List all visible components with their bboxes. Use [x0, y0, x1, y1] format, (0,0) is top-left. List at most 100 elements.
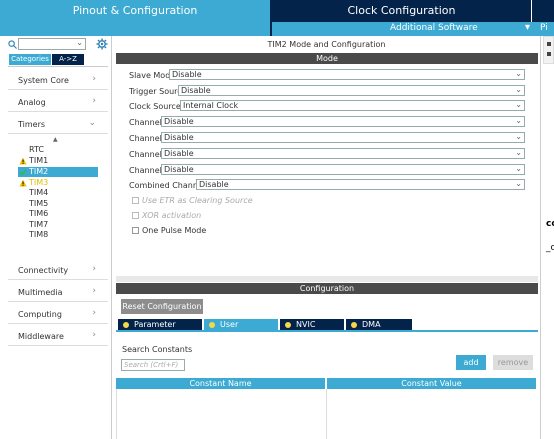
one-pulse-mode-checkbox[interactable]: [132, 227, 139, 234]
channel2-select[interactable]: Disable ⌄: [161, 132, 525, 143]
constants-table-body: [116, 389, 538, 439]
category-label: Analog: [18, 98, 46, 107]
right-panel-edge: [540, 36, 554, 439]
search-input[interactable]: ⌄: [18, 38, 86, 50]
combined-channels-select[interactable]: Disable ⌄: [196, 179, 525, 190]
column-divider: [326, 389, 327, 439]
timer-tim2[interactable]: TIM2: [18, 167, 98, 177]
timer-tim3[interactable]: TIM3: [18, 178, 98, 188]
category-label: Connectivity: [18, 266, 69, 275]
warning-icon: [19, 179, 27, 187]
chevron-down-icon[interactable]: ⌄: [76, 38, 83, 47]
page-title: TIM2 Mode and Configuration: [267, 40, 386, 49]
chevron-down-icon[interactable]: ▾: [525, 22, 530, 33]
sort-icon[interactable]: ▲: [53, 136, 58, 143]
configuration-header: Configuration: [116, 283, 538, 294]
tab-pinout-configuration[interactable]: Pinout & Configuration: [0, 0, 270, 22]
tab-extra[interactable]: [534, 0, 554, 22]
clock-source-label: Clock Source: [129, 102, 181, 111]
xor-activation-checkbox[interactable]: [132, 212, 139, 219]
channel4-value: Disable: [164, 165, 194, 174]
timer-label: TIM8: [29, 230, 49, 239]
category-analog[interactable]: Analog ›: [8, 92, 108, 112]
status-dot-icon: [123, 322, 129, 328]
panel-splitter[interactable]: [116, 276, 538, 282]
chevron-right-icon: ›: [92, 96, 96, 106]
search-constants-input[interactable]: Search (Crtl+F): [121, 359, 185, 371]
category-label: Timers: [18, 120, 46, 129]
channel3-select[interactable]: Disable ⌄: [161, 148, 525, 159]
timer-tim7[interactable]: TIM7: [18, 220, 98, 230]
categories-button[interactable]: Categories: [9, 54, 51, 65]
tab-clock-configuration[interactable]: Clock Configuration: [272, 0, 532, 22]
chevron-down-icon: ⌄: [515, 132, 522, 141]
chevron-down-icon: ⌄: [515, 85, 522, 94]
timer-tim5[interactable]: TIM5: [18, 199, 98, 209]
timer-label: RTC: [29, 145, 44, 154]
clock-source-select[interactable]: Internal Clock ⌄: [180, 100, 525, 111]
channel2-value: Disable: [164, 133, 194, 142]
remove-button[interactable]: remove: [493, 355, 533, 370]
chevron-down-icon: ⌄: [515, 69, 522, 78]
chevron-right-icon: ›: [92, 330, 96, 340]
clock-source-value: Internal Clock: [183, 101, 239, 110]
category-connectivity[interactable]: Connectivity ›: [8, 260, 108, 280]
use-etr-checkbox[interactable]: [132, 197, 139, 204]
column-header-constant-name[interactable]: Constant Name: [116, 378, 325, 389]
timer-tim1[interactable]: TIM1: [18, 156, 98, 166]
divider: [8, 66, 108, 67]
channel1-value: Disable: [164, 117, 194, 126]
toolbar-icon[interactable]: [547, 52, 551, 56]
a-to-z-button[interactable]: A->Z: [52, 54, 84, 65]
extra-menu-partial[interactable]: Pi: [540, 23, 548, 33]
edge-text-a: co: [546, 219, 554, 229]
timer-tim8[interactable]: TIM8: [18, 230, 98, 240]
category-multimedia[interactable]: Multimedia ›: [8, 282, 108, 302]
chevron-down-icon: ⌄: [515, 179, 522, 188]
timer-rtc[interactable]: RTC: [18, 145, 98, 155]
channel4-select[interactable]: Disable ⌄: [161, 164, 525, 175]
trigger-source-select[interactable]: Disable ⌄: [178, 85, 525, 96]
additional-software-menu[interactable]: Additional Software: [390, 23, 478, 33]
timer-label: TIM6: [29, 209, 49, 218]
slave-mode-select[interactable]: Disable ⌄: [169, 69, 525, 80]
chevron-right-icon: ›: [92, 308, 96, 318]
category-system-core[interactable]: System Core ›: [8, 70, 108, 90]
trigger-source-value: Disable: [181, 86, 211, 95]
toolbar-icon[interactable]: [547, 42, 551, 46]
status-dot-icon: [351, 322, 357, 328]
slave-mode-value: Disable: [172, 70, 202, 79]
tab-strip: [116, 330, 538, 332]
status-dot-icon: [209, 322, 215, 328]
mini-toolbar[interactable]: [543, 36, 554, 64]
timer-label: TIM4: [29, 188, 49, 197]
check-icon: [19, 169, 27, 176]
subbar-left: [0, 22, 270, 36]
chevron-down-icon: ⌄: [515, 164, 522, 173]
combined-channels-value: Disable: [199, 180, 229, 189]
one-pulse-mode-label: One Pulse Mode: [142, 226, 207, 235]
chevron-right-icon: ›: [92, 286, 96, 296]
timer-tim6[interactable]: TIM6: [18, 209, 98, 219]
reset-configuration-button[interactable]: Reset Configuration: [121, 299, 203, 314]
category-computing[interactable]: Computing ›: [8, 304, 108, 324]
search-constants-label: Search Constants: [122, 345, 193, 354]
warning-icon: [19, 157, 27, 165]
add-button[interactable]: add: [456, 355, 486, 370]
timer-label: TIM2: [29, 167, 49, 176]
column-header-constant-value[interactable]: Constant Value: [327, 378, 536, 389]
channel1-select[interactable]: Disable ⌄: [161, 116, 525, 127]
chevron-down-icon: ⌄: [515, 148, 522, 157]
timer-label: TIM3: [29, 178, 49, 187]
category-label: Computing: [18, 310, 62, 319]
timer-tim4[interactable]: TIM4: [18, 188, 98, 198]
timer-label: TIM7: [29, 220, 49, 229]
gear-icon[interactable]: [96, 38, 108, 50]
category-label: Multimedia: [18, 288, 63, 297]
category-middleware[interactable]: Middleware ›: [8, 326, 108, 346]
category-label: System Core: [18, 76, 69, 85]
timer-label: TIM1: [29, 156, 49, 165]
timer-label: TIM5: [29, 199, 49, 208]
category-label: Middleware: [18, 332, 64, 341]
category-timers[interactable]: Timers ⌄: [8, 114, 108, 134]
